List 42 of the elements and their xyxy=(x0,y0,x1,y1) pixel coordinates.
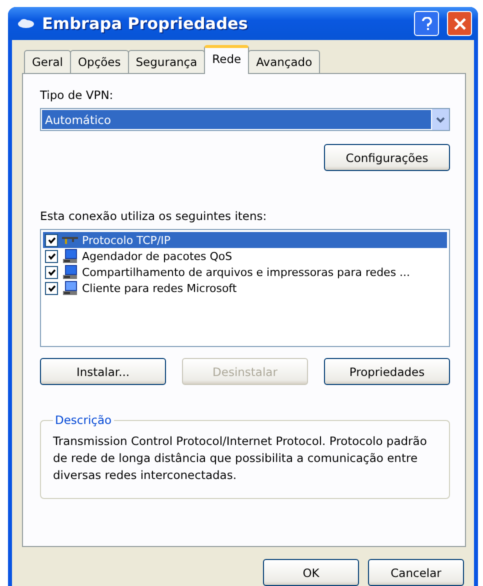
group-title: Descrição xyxy=(54,413,113,427)
checkbox[interactable] xyxy=(45,234,58,246)
checkmark-icon xyxy=(48,236,56,244)
list-item[interactable]: Protocolo TCP/IP xyxy=(43,232,447,248)
help-button[interactable] xyxy=(414,11,439,36)
tab[interactable]: Opções xyxy=(70,50,129,74)
items-label: Esta conexão utiliza os seguintes itens: xyxy=(40,209,268,223)
item-label: Cliente para redes Microsoft xyxy=(82,282,237,294)
checkbox[interactable] xyxy=(45,282,58,294)
close-button[interactable] xyxy=(447,11,472,36)
tab[interactable]: Avançado xyxy=(248,50,320,74)
list-item[interactable]: Agendador de pacotes QoS xyxy=(43,248,447,264)
cloud-icon xyxy=(18,19,34,28)
checkmark-icon xyxy=(48,268,56,276)
checkmark-icon xyxy=(48,284,56,292)
tab[interactable]: Rede xyxy=(204,45,250,74)
chevron-down-icon xyxy=(436,116,445,122)
checkbox[interactable] xyxy=(45,266,58,278)
question-mark-icon xyxy=(422,16,432,30)
computer-icon xyxy=(62,248,78,264)
computer-icon xyxy=(62,264,78,280)
ok-button[interactable]: OK xyxy=(263,559,359,586)
description-text: Transmission Control Protocol/Internet Protocol. Protocolo padrão de rede de longa distância que possibilita a comunicação entre diversas redes interconectadas. xyxy=(53,433,428,484)
computer-icon xyxy=(62,280,78,296)
item-label: Compartilhamento de arquivos e impressoras para redes ... xyxy=(82,266,410,278)
list-item[interactable]: Cliente para redes Microsoft xyxy=(43,280,447,296)
vpn-type-label: Tipo de VPN: xyxy=(40,88,114,102)
cancel-button[interactable]: Cancelar xyxy=(368,559,464,586)
checkmark-icon xyxy=(48,252,56,260)
network-connector-icon xyxy=(62,235,78,245)
window-title: Embrapa Propriedades xyxy=(42,14,249,33)
vpn-type-dropdown[interactable]: Automático xyxy=(40,108,450,131)
close-icon xyxy=(454,18,466,30)
properties-button[interactable]: Propriedades xyxy=(324,358,450,385)
checkbox[interactable] xyxy=(45,250,58,262)
item-label: Protocolo TCP/IP xyxy=(82,234,171,246)
tab[interactable]: Segurança xyxy=(128,50,206,74)
settings-button[interactable]: Configurações xyxy=(324,144,450,171)
list-item[interactable]: Compartilhamento de arquivos e impressoras para redes ... xyxy=(43,264,447,280)
item-label: Agendador de pacotes QoS xyxy=(82,250,232,262)
tab[interactable]: Geral xyxy=(24,50,71,74)
install-button[interactable]: Instalar... xyxy=(40,358,166,385)
